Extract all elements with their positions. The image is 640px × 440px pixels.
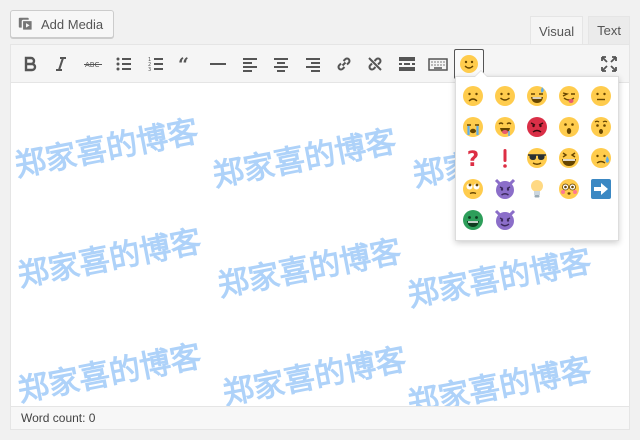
media-icon (18, 17, 33, 31)
align-right-icon (305, 57, 320, 72)
grinning-green-emoji[interactable] (459, 206, 487, 234)
watermark: 郑家喜的博客 (14, 223, 205, 295)
question-mark-icon: ? (467, 147, 479, 169)
watermark: 郑家喜的博客 (214, 233, 405, 305)
arrow-right-icon (591, 179, 611, 199)
fullscreen-icon (600, 56, 617, 72)
grinning-sweat-emoji[interactable] (523, 82, 551, 110)
bold-button[interactable] (15, 49, 45, 79)
strikethrough-icon: ABC (83, 61, 102, 69)
sunglasses-icon (527, 148, 547, 168)
svg-text:3: 3 (148, 67, 151, 73)
emoji-panel: ? (455, 70, 619, 241)
read-more-icon (398, 56, 415, 71)
neutral-icon (591, 86, 611, 106)
horizontal-line-icon (210, 62, 227, 65)
italic-icon (56, 56, 67, 71)
worried-sweat-emoji[interactable] (587, 144, 615, 172)
imp-emoji[interactable] (491, 175, 519, 203)
smiling-emoji[interactable] (491, 82, 519, 110)
add-media-label: Add Media (41, 16, 104, 32)
frowning-icon (463, 86, 483, 106)
laughing-icon (559, 148, 579, 168)
watermark: 郑家喜的博客 (219, 341, 410, 406)
worried-sweat-icon (591, 148, 611, 168)
read-more-button[interactable] (392, 49, 422, 79)
pouting-emoji[interactable] (523, 113, 551, 141)
rolling-eyes-icon (463, 179, 483, 199)
frowning-emoji[interactable] (459, 82, 487, 110)
surprised-icon (559, 117, 579, 137)
imp-icon (494, 178, 516, 199)
exclamation-mark-icon (503, 149, 507, 168)
light-bulb-icon (531, 180, 543, 198)
strikethrough-button[interactable]: ABC (78, 49, 108, 79)
watermark: 郑家喜的博客 (404, 351, 595, 406)
smiling-imp-emoji[interactable] (491, 206, 519, 234)
grinning-green-icon (463, 210, 483, 230)
watermark: 郑家喜的博客 (404, 243, 595, 315)
keyboard-icon (428, 57, 448, 71)
align-center-button[interactable] (266, 49, 296, 79)
link-icon (337, 57, 351, 70)
hushed-icon (591, 117, 611, 137)
watermark: 郑家喜的博客 (209, 123, 400, 195)
align-right-button[interactable] (298, 49, 328, 79)
neutral-emoji[interactable] (587, 82, 615, 110)
question-mark-emoji[interactable]: ? (459, 144, 487, 172)
status-bar: Word count: 0 (11, 406, 629, 429)
svg-text:?: ? (467, 147, 479, 169)
word-count: Word count: 0 (21, 411, 96, 425)
editor-tabs: Visual Text (529, 16, 630, 45)
unlink-button[interactable] (360, 49, 390, 79)
watermark: 郑家喜的博客 (11, 113, 202, 185)
fullscreen-button[interactable] (594, 49, 624, 79)
rolling-eyes-emoji[interactable] (459, 175, 487, 203)
blockquote-button[interactable]: “ (172, 49, 202, 79)
insert-link-button[interactable] (329, 49, 359, 79)
tab-visual[interactable]: Visual (529, 16, 584, 45)
smiling-imp-icon (494, 209, 516, 230)
numbered-list-button[interactable]: 123 (141, 49, 171, 79)
drooling-emoji[interactable] (491, 113, 519, 141)
add-media-button[interactable]: Add Media (10, 10, 115, 38)
svg-text:“: “ (178, 54, 189, 74)
align-center-icon (274, 57, 289, 72)
quote-icon: “ (178, 54, 189, 74)
toolbar-toggle-button[interactable] (423, 49, 453, 79)
bulleted-list-button[interactable] (109, 49, 139, 79)
align-left-button[interactable] (235, 49, 265, 79)
bold-icon (24, 56, 37, 71)
align-left-icon (242, 57, 257, 72)
numbered-list-icon: 123 (148, 57, 163, 73)
crying-emoji[interactable] (459, 113, 487, 141)
exclamation-mark-emoji[interactable] (491, 144, 519, 172)
sunglasses-emoji[interactable] (523, 144, 551, 172)
crying-icon (463, 117, 483, 137)
winking-tongue-icon (559, 86, 579, 106)
light-bulb-emoji[interactable] (523, 175, 551, 203)
bulleted-list-icon (116, 57, 132, 70)
laughing-emoji[interactable] (555, 144, 583, 172)
hushed-emoji[interactable] (587, 113, 615, 141)
italic-button[interactable] (46, 49, 76, 79)
smiling-icon (495, 86, 515, 106)
drooling-icon (495, 117, 515, 137)
flushed-icon (559, 179, 579, 199)
unlink-icon (368, 56, 383, 71)
watermark: 郑家喜的博客 (14, 338, 205, 406)
arrow-right-emoji[interactable] (587, 175, 615, 203)
tab-text[interactable]: Text (588, 16, 630, 44)
flushed-emoji[interactable] (555, 175, 583, 203)
grinning-sweat-icon (527, 86, 547, 106)
horizontal-line-button[interactable] (203, 49, 233, 79)
surprised-emoji[interactable] (555, 113, 583, 141)
winking-tongue-emoji[interactable] (555, 82, 583, 110)
pouting-icon (527, 117, 547, 137)
